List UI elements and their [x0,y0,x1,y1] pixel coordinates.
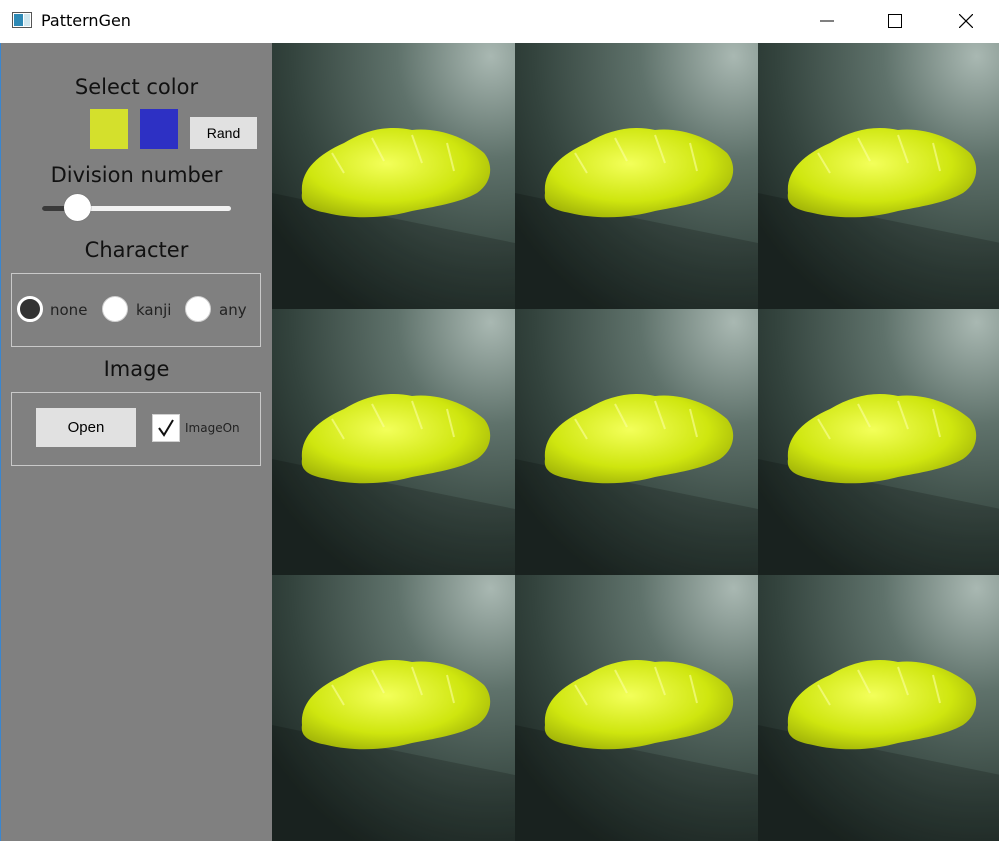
radio-none[interactable] [17,296,43,322]
pattern-tile [758,575,999,841]
imageon-checkbox[interactable] [152,414,180,442]
pattern-tile [515,309,758,575]
radio-none-label: none [50,301,88,319]
minimize-icon [820,20,834,22]
select-color-heading: Select color [74,75,199,99]
maximize-button[interactable] [872,0,918,43]
radio-any-label: any [219,301,247,319]
pattern-tile [272,575,515,841]
division-slider-thumb[interactable] [64,194,91,221]
pattern-grid [272,43,999,841]
pattern-tile [758,43,999,309]
rand-button[interactable]: Rand [190,117,257,149]
title-bar: PatternGen [0,0,999,43]
radio-kanji-label: kanji [136,301,172,319]
checkmark-icon [158,419,174,437]
close-icon [959,14,973,28]
app-icon [12,12,32,28]
open-button[interactable]: Open [36,408,136,447]
pattern-tile [272,43,515,309]
image-heading: Image [103,357,170,381]
imageon-label: ImageOn [185,421,240,435]
window-title: PatternGen [41,11,131,30]
pattern-tile [515,575,758,841]
pattern-tile [758,309,999,575]
pattern-tile [272,309,515,575]
pattern-canvas[interactable] [272,43,999,841]
maximize-icon [888,14,902,28]
color-swatch-2[interactable] [140,109,178,149]
color-swatch-1[interactable] [90,109,128,149]
pattern-tile [515,43,758,309]
division-number-heading: Division number [50,163,223,187]
radio-any[interactable] [185,296,211,322]
close-button[interactable] [943,0,989,43]
minimize-button[interactable] [804,0,850,43]
control-panel: Select color Rand Division number Charac… [1,43,272,841]
character-heading: Character [84,238,189,262]
radio-kanji[interactable] [102,296,128,322]
